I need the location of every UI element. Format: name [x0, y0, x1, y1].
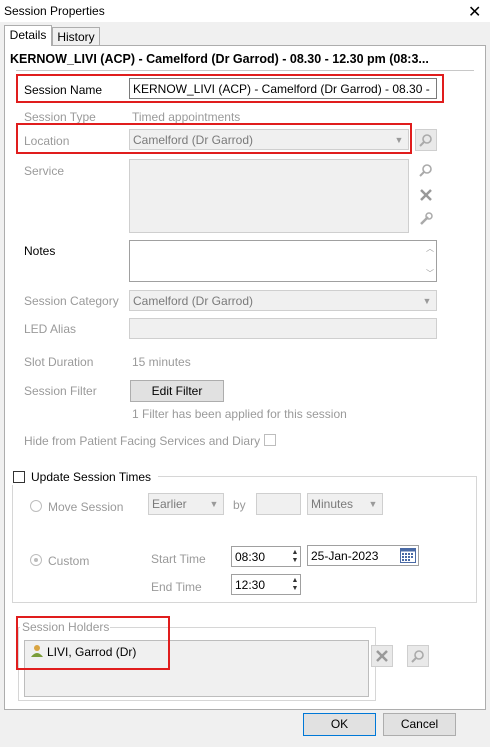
- chevron-down-icon: ▼: [394, 134, 404, 145]
- session-holder-item[interactable]: LIVI, Garrod (Dr): [47, 645, 136, 659]
- wrench-icon: [420, 212, 433, 225]
- session-filter-label: Session Filter: [24, 384, 97, 398]
- start-time-spinner[interactable]: ▲ ▼: [290, 547, 300, 566]
- search-icon: [419, 164, 432, 177]
- edit-filter-button[interactable]: Edit Filter: [130, 380, 224, 402]
- chevron-down-icon: ▼: [422, 295, 432, 306]
- window-title: Session Properties: [4, 4, 105, 18]
- session-name-input[interactable]: KERNOW_LIVI (ACP) - Camelford (Dr Garrod…: [129, 78, 437, 99]
- session-category-select[interactable]: Camelford (Dr Garrod) ▼: [129, 290, 437, 311]
- delete-icon: [420, 189, 432, 201]
- location-value: Camelford (Dr Garrod): [133, 133, 254, 147]
- service-edit-icon[interactable]: [418, 211, 434, 227]
- led-alias-label: LED Alias: [24, 322, 77, 336]
- end-time-label: End Time: [151, 580, 202, 594]
- chevron-down-icon: ▼: [209, 499, 219, 509]
- delete-icon: [376, 650, 388, 662]
- end-time-input[interactable]: 12:30 ▲ ▼: [231, 574, 301, 595]
- move-direction-select[interactable]: Earlier ▼: [148, 493, 224, 515]
- led-alias-input[interactable]: [129, 318, 437, 339]
- session-header-title: KERNOW_LIVI (ACP) - Camelford (Dr Garrod…: [10, 52, 429, 66]
- slot-duration-label: Slot Duration: [24, 355, 94, 369]
- service-remove-icon[interactable]: [418, 187, 434, 203]
- slot-duration-value: 15 minutes: [132, 355, 191, 369]
- start-date-input[interactable]: 25-Jan-2023: [307, 545, 419, 566]
- calendar-icon[interactable]: [400, 548, 416, 566]
- location-label: Location: [24, 134, 70, 148]
- session-name-value: KERNOW_LIVI (ACP) - Camelford (Dr Garrod…: [133, 82, 430, 96]
- tab-history[interactable]: History: [52, 27, 100, 46]
- session-type-value: Timed appointments: [132, 110, 241, 124]
- start-time-label: Start Time: [151, 552, 206, 566]
- service-list[interactable]: [129, 159, 409, 233]
- hide-patient-checkbox[interactable]: [264, 434, 276, 446]
- session-type-label: Session Type: [24, 110, 96, 124]
- search-icon: [419, 134, 432, 147]
- scroll-down-icon[interactable]: ﹀: [426, 268, 434, 279]
- remove-holder-button[interactable]: [371, 645, 393, 667]
- custom-radio[interactable]: [30, 554, 42, 566]
- location-search-button[interactable]: [415, 129, 437, 151]
- tab-details[interactable]: Details: [4, 25, 52, 46]
- notes-label: Notes: [24, 244, 56, 258]
- ok-button[interactable]: OK: [303, 713, 376, 736]
- move-by-label: by: [233, 498, 246, 512]
- location-select[interactable]: Camelford (Dr Garrod) ▼: [129, 129, 409, 150]
- session-category-label: Session Category: [24, 294, 119, 308]
- session-filter-info: 1 Filter has been applied for this sessi…: [132, 407, 347, 421]
- move-unit-select[interactable]: Minutes ▼: [307, 493, 383, 515]
- hide-patient-label: Hide from Patient Facing Services and Di…: [24, 434, 261, 448]
- session-holders-label: Session Holders: [22, 620, 110, 634]
- end-time-spinner[interactable]: ▲ ▼: [290, 575, 300, 594]
- start-time-input[interactable]: 08:30 ▲ ▼: [231, 546, 301, 567]
- header-divider: [16, 70, 474, 71]
- move-session-radio[interactable]: [30, 500, 42, 512]
- service-search-icon[interactable]: [418, 162, 434, 178]
- move-session-label: Move Session: [48, 500, 124, 514]
- chevron-down-icon: ▼: [368, 499, 378, 509]
- find-holder-button[interactable]: [407, 645, 429, 667]
- session-name-label: Session Name: [24, 83, 103, 97]
- cancel-button[interactable]: Cancel: [383, 713, 456, 736]
- move-amount-input[interactable]: [256, 493, 301, 515]
- scroll-up-icon[interactable]: ︿: [426, 243, 434, 254]
- user-icon: [30, 644, 44, 661]
- notes-textarea[interactable]: ︿ ﹀: [129, 240, 437, 282]
- service-label: Service: [24, 164, 65, 178]
- update-session-times-checkbox[interactable]: [13, 471, 25, 483]
- update-session-times-label: Update Session Times: [31, 470, 152, 484]
- search-icon: [411, 650, 424, 663]
- custom-label: Custom: [48, 554, 90, 568]
- session-category-value: Camelford (Dr Garrod): [133, 294, 254, 308]
- close-icon[interactable]: ✕: [468, 2, 481, 22]
